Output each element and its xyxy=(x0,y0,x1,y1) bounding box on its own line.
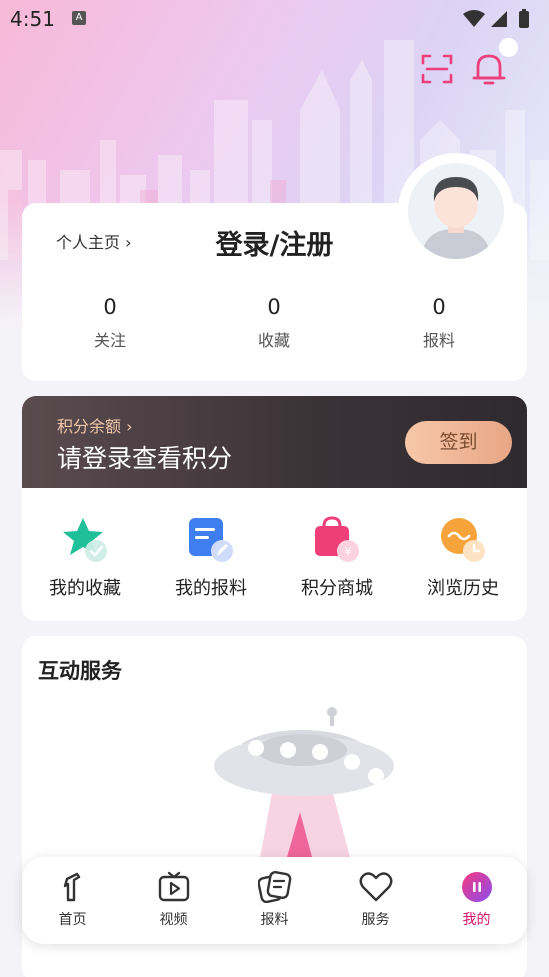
points-card: 积分余额 › 请登录查看积分 签到 我的收藏 我的报料 ¥ 积分商城 浏览历史 xyxy=(22,396,527,621)
section-title: 互动服务 xyxy=(38,659,122,683)
video-icon xyxy=(158,871,189,902)
quick-link-label: 积分商城 xyxy=(301,578,373,599)
home-icon xyxy=(63,872,80,902)
tab-video[interactable]: 视频 xyxy=(123,871,224,929)
tab-label: 首页 xyxy=(58,912,87,928)
report-icon xyxy=(189,518,233,562)
svg-text:¥: ¥ xyxy=(345,545,352,558)
stat-favorites[interactable]: 0 收藏 xyxy=(214,295,334,351)
tab-report[interactable]: 报料 xyxy=(224,871,325,929)
quick-link-label: 我的报料 xyxy=(175,578,247,599)
stat-label: 收藏 xyxy=(257,331,290,350)
stat-value: 0 xyxy=(267,295,281,319)
bell-icon[interactable] xyxy=(470,50,508,88)
quick-link-points-mall[interactable]: ¥ 积分商城 xyxy=(274,514,400,600)
shopping-bag-icon: ¥ xyxy=(315,516,359,562)
battery-icon xyxy=(519,11,529,28)
points-login-hint[interactable]: 请登录查看积分 xyxy=(57,439,232,475)
stat-label: 关注 xyxy=(93,331,126,350)
tab-home[interactable]: 首页 xyxy=(22,871,123,929)
avatar-image xyxy=(408,163,504,259)
wifi-icon xyxy=(463,10,485,27)
tab-label: 报料 xyxy=(260,912,289,928)
stat-value: 0 xyxy=(103,295,117,319)
tab-label: 视频 xyxy=(159,912,188,928)
bottom-tab-bar: 首页 视频 报料 服务 我的 xyxy=(22,857,527,944)
points-banner: 积分余额 › 请登录查看积分 签到 xyxy=(22,396,527,488)
report-tab-icon xyxy=(257,871,291,903)
history-icon xyxy=(441,518,485,562)
status-bar: 4:51 A xyxy=(0,0,549,36)
tab-label: 服务 xyxy=(361,912,390,928)
stat-value: 0 xyxy=(432,295,446,319)
status-icons xyxy=(463,9,529,28)
profile-tab-icon xyxy=(461,872,492,902)
scan-icon[interactable] xyxy=(420,52,454,86)
notification-dot xyxy=(499,38,518,57)
tab-label: 我的 xyxy=(462,912,491,928)
quick-link-history[interactable]: 浏览历史 xyxy=(400,514,526,600)
default-avatar-icon xyxy=(422,177,490,259)
avatar[interactable] xyxy=(398,153,514,269)
stat-following[interactable]: 0 关注 xyxy=(50,295,170,351)
signal-icon xyxy=(491,11,507,27)
notification-icon: A xyxy=(72,11,86,25)
stat-label: 报料 xyxy=(422,331,455,350)
tab-mine[interactable]: 我的 xyxy=(426,871,527,929)
quick-link-label: 我的收藏 xyxy=(49,578,121,599)
checkin-button[interactable]: 签到 xyxy=(405,421,512,464)
stat-reports[interactable]: 0 报料 xyxy=(379,295,499,351)
star-icon xyxy=(63,518,107,562)
points-balance-link[interactable]: 积分余额 › xyxy=(57,413,133,437)
tab-service[interactable]: 服务 xyxy=(325,871,426,929)
quick-link-label: 浏览历史 xyxy=(427,578,499,599)
heart-icon xyxy=(359,872,392,902)
quick-link-favorites[interactable]: 我的收藏 xyxy=(22,514,148,600)
quick-link-reports[interactable]: 我的报料 xyxy=(148,514,274,600)
status-time: 4:51 xyxy=(10,7,55,31)
